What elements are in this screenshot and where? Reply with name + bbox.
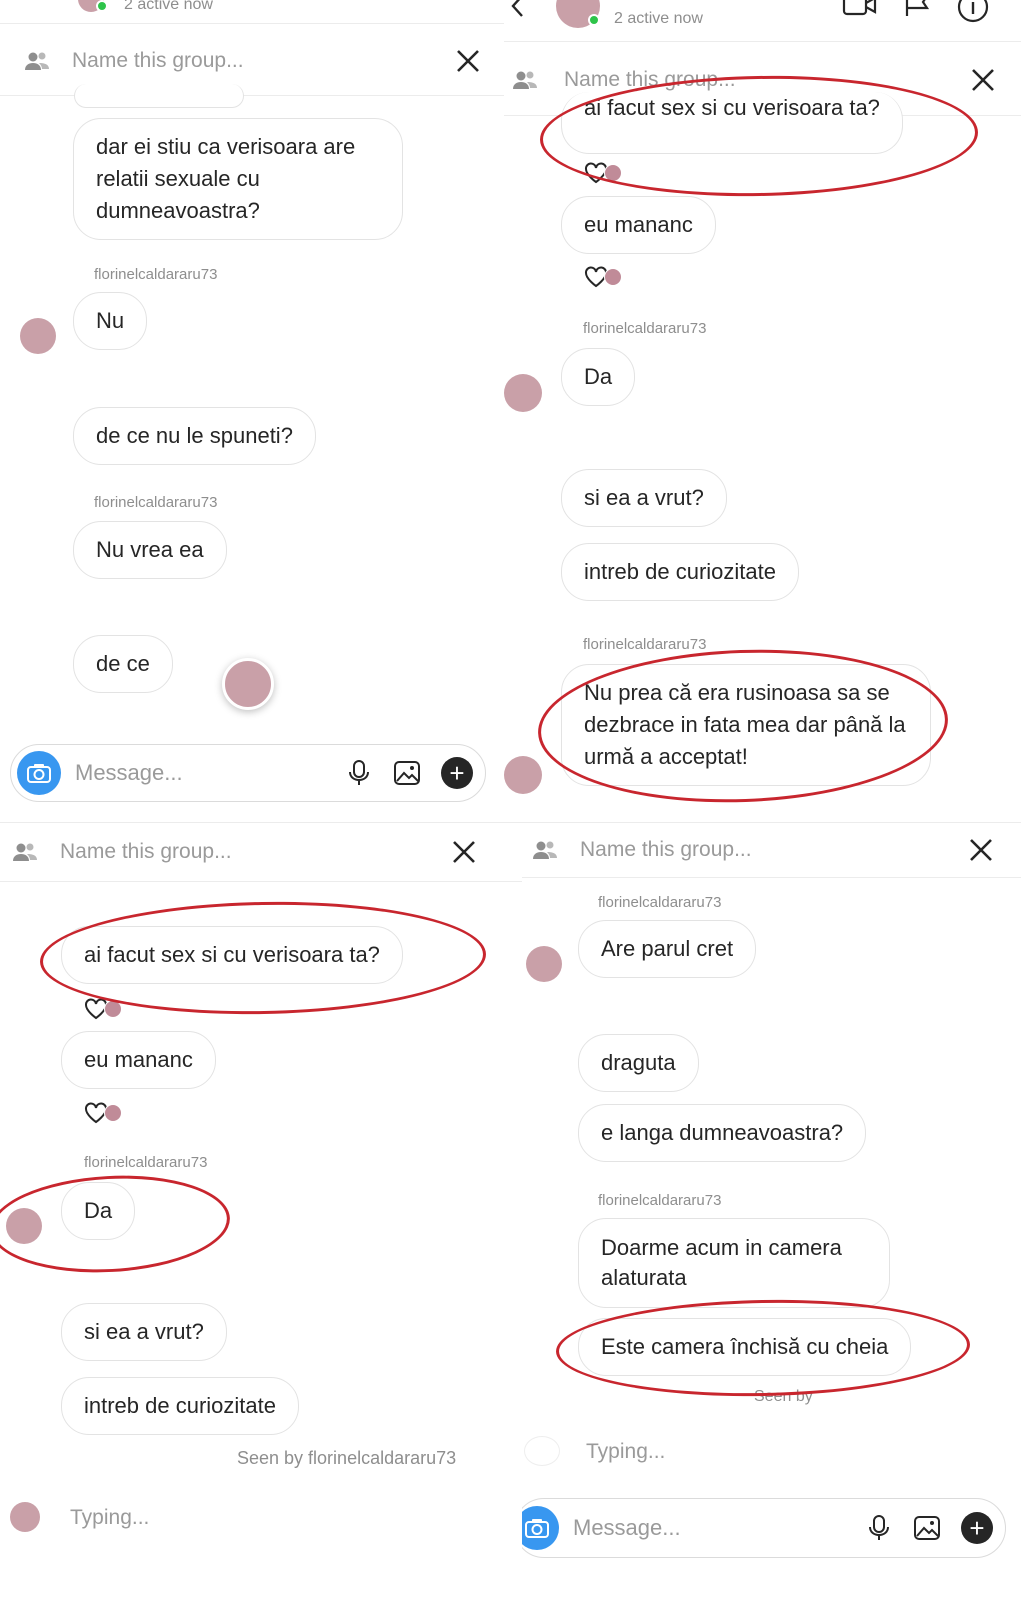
sender-username: florinelcaldararu73 [598,894,722,911]
add-button[interactable]: + [441,757,473,789]
close-icon[interactable] [450,838,478,866]
avatar [20,318,56,354]
typing-avatar [524,1436,560,1466]
message-bubble-partial [74,84,244,108]
avatar [504,756,542,794]
camera-icon [27,764,51,783]
message-bubble: draguta [578,1034,699,1092]
group-icon [513,71,537,89]
annotation-ellipse [555,1296,971,1400]
message-bubble: dar ei stiu ca verisoara are relatii sex… [73,118,403,240]
message-bubble: Doarme acum in camera alaturata [578,1218,890,1308]
close-icon[interactable] [969,66,997,94]
camera-icon [525,1519,549,1538]
flag-icon[interactable] [904,0,932,18]
message-bubble: intreb de curiozitate [561,543,799,601]
sender-username: florinelcaldararu73 [94,266,218,283]
group-name-input[interactable]: Name this group... [60,840,450,864]
sender-username: florinelcaldararu73 [598,1192,722,1209]
message-bubble: intreb de curiozitate [61,1377,299,1435]
message-bubble: Are parul cret [578,920,757,978]
typing-avatar [10,1502,40,1532]
sender-username: florinelcaldararu73 [583,320,707,337]
reactor-avatar [104,1104,122,1122]
sender-username: florinelcaldararu73 [583,636,707,653]
message-bubble: eu mananc [561,196,716,254]
back-icon[interactable] [510,0,526,18]
active-status: 2 active now [614,10,703,27]
group-name-bar: Name this group... [522,822,1021,878]
message-composer: Message... + [10,744,486,802]
reactor-avatar [604,268,622,286]
close-icon[interactable] [967,836,995,864]
message-bubble: de ce [73,635,173,693]
message-bubble: Nu [73,292,148,350]
group-name-bar: Name this group... [0,26,504,96]
online-indicator [96,0,108,12]
chat-panel-3: Name this group... ai facut sex si cu ve… [0,822,522,1600]
typing-indicator: Typing... [586,1440,666,1463]
video-call-icon[interactable] [842,0,878,18]
chat-header: 2 active now [504,0,1021,42]
avatar [504,374,542,412]
gallery-icon[interactable] [913,1514,941,1542]
group-name-input[interactable]: Name this group... [72,49,454,73]
microphone-icon[interactable] [865,1514,893,1542]
gallery-icon[interactable] [393,759,421,787]
group-icon [13,843,37,861]
sender-username: florinelcaldararu73 [84,1154,208,1171]
group-icon [25,52,49,70]
message-bubble: e langa dumneavoastra? [578,1104,867,1162]
message-bubble: de ce nu le spuneti? [73,407,316,465]
seen-indicator: Seen by florinelcaldararu73 [237,1448,457,1468]
annotation-ellipse [39,898,487,1018]
camera-button[interactable] [17,751,61,795]
camera-button[interactable] [522,1506,559,1550]
message-bubble: si ea a vrut? [61,1303,227,1361]
add-button[interactable]: + [961,1512,993,1544]
chat-panel-4: Name this group... florinelcaldararu73 A… [522,822,1021,1600]
message-bubble: eu mananc [61,1031,216,1089]
sender-username: florinelcaldararu73 [94,494,218,511]
info-icon[interactable] [956,0,990,24]
typing-indicator: Typing... [70,1506,150,1529]
group-name-input[interactable]: Name this group... [580,838,967,862]
message-bubble: Nu vrea ea [73,521,227,579]
microphone-icon[interactable] [345,759,373,787]
online-indicator [588,14,600,26]
reaction-row [84,1102,122,1124]
group-name-bar: Name this group... [0,822,522,882]
message-input[interactable]: Message... [573,1515,865,1541]
chat-panel-1: 2 active now Name this group... dar ei s… [0,0,504,822]
message-composer: Message... + [522,1498,1006,1558]
typing-avatar [222,658,274,710]
message-bubble: Da [561,348,636,406]
avatar [526,946,562,982]
plus-icon: + [969,1513,985,1543]
close-icon[interactable] [454,47,482,75]
chat-panel-2: 2 active now Name this group... ai facut… [504,0,1021,822]
reaction-row [584,266,622,288]
plus-icon: + [449,758,465,788]
chat-header: 2 active now [0,0,504,24]
active-status: 2 active now [124,0,213,13]
message-bubble: si ea a vrut? [561,469,727,527]
annotation-ellipse [0,1169,233,1279]
message-input[interactable]: Message... [75,760,345,786]
group-icon [533,841,557,859]
